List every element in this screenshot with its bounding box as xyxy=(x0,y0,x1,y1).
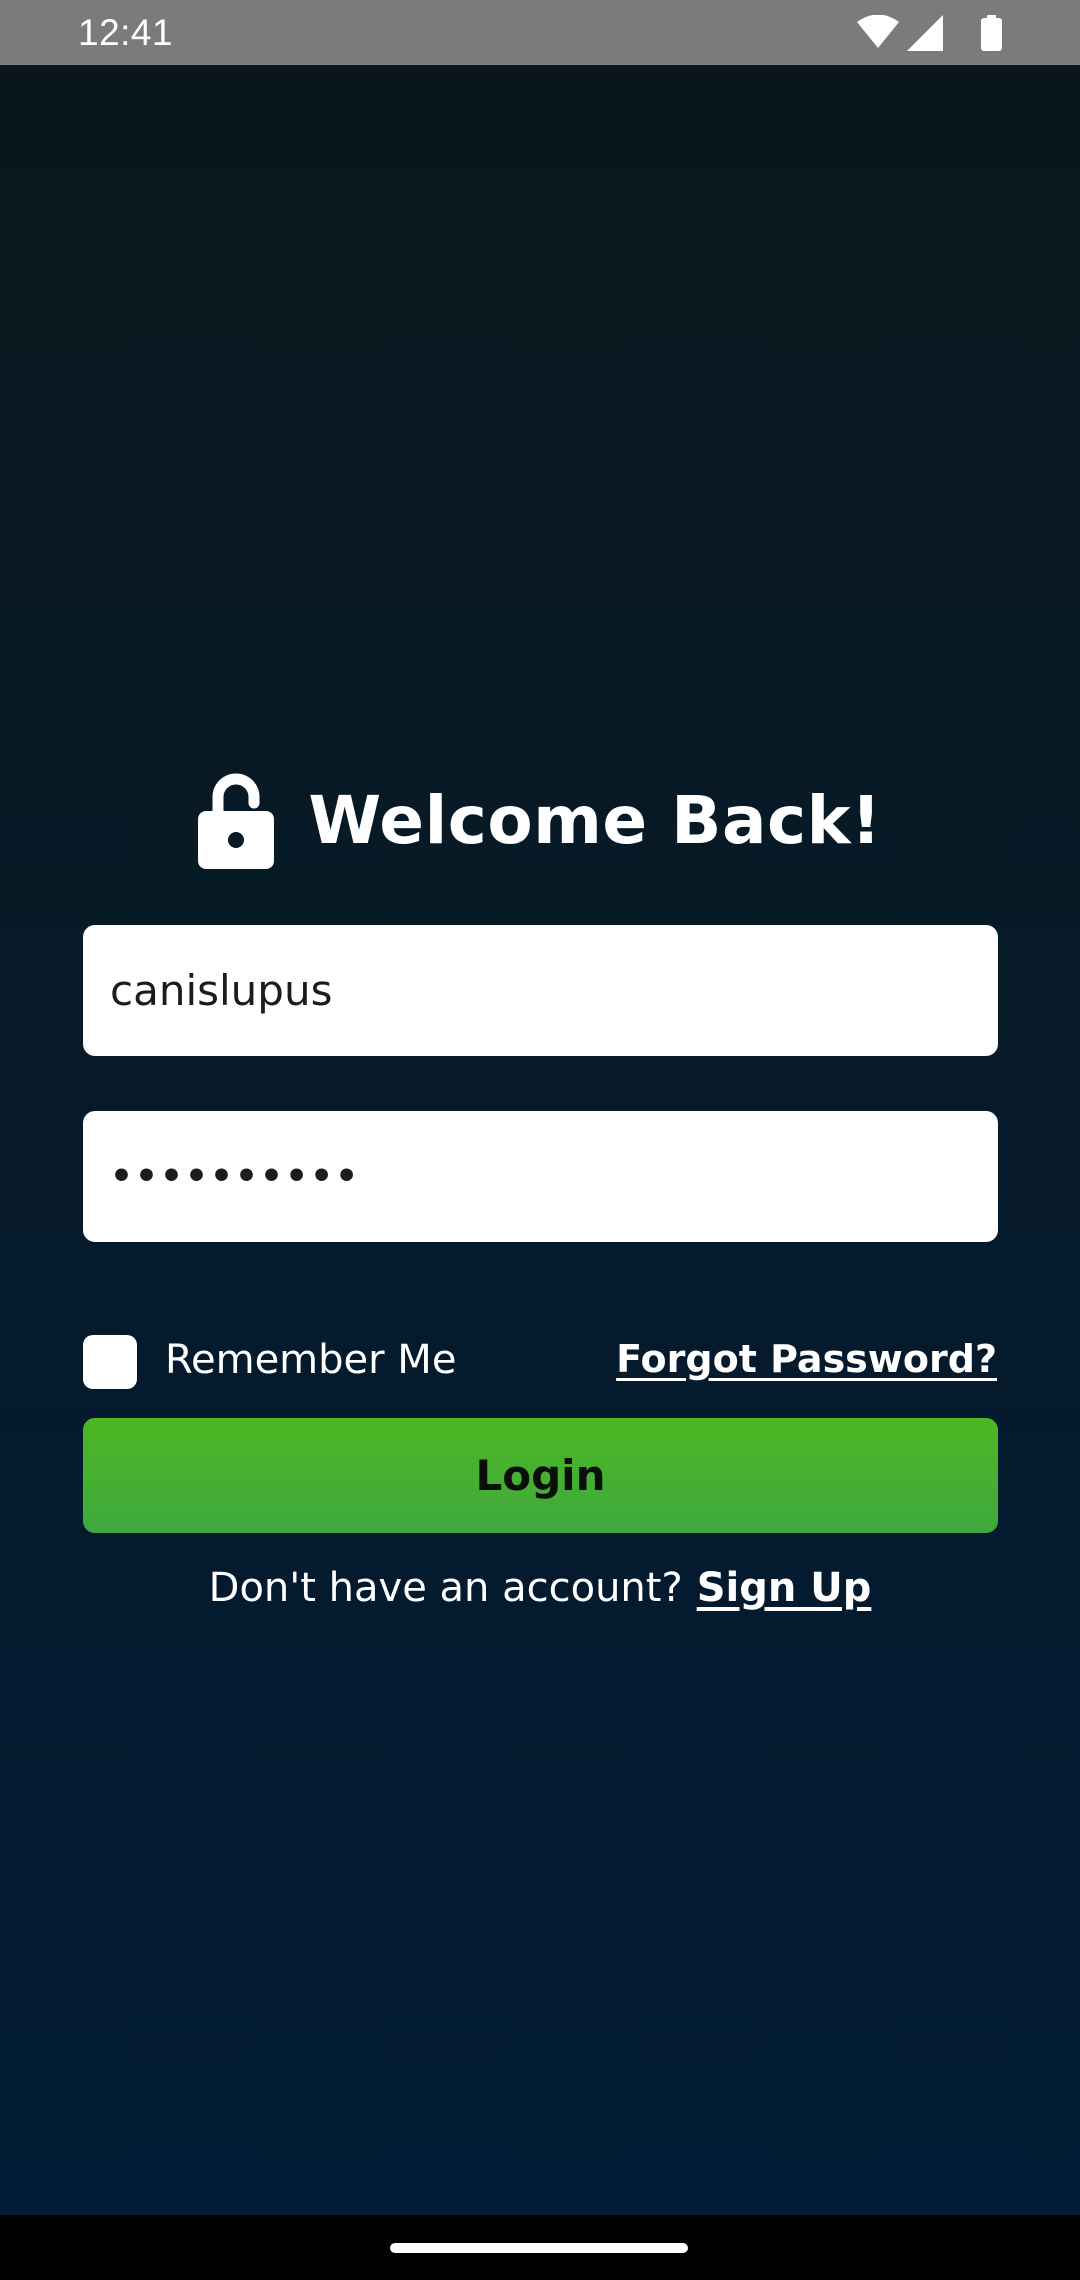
forgot-password-link[interactable]: Forgot Password? xyxy=(616,1337,997,1381)
username-field[interactable]: canislupus xyxy=(83,925,998,1056)
username-value: canislupus xyxy=(110,966,333,1015)
welcome-header: Welcome Back! xyxy=(0,765,1080,875)
password-field[interactable]: •••••••••• xyxy=(83,1111,998,1242)
remember-me-checkbox[interactable] xyxy=(83,1335,137,1389)
login-screen: Welcome Back! canislupus •••••••••• Reme… xyxy=(0,65,1080,2215)
battery-icon xyxy=(981,15,1002,51)
wifi-icon xyxy=(857,15,899,48)
signup-row: Don't have an account? Sign Up xyxy=(0,1558,1080,1618)
status-time: 12:41 xyxy=(78,12,174,53)
lock-open-icon xyxy=(198,773,275,869)
status-bar: 12:41 xyxy=(0,0,1080,65)
page-title: Welcome Back! xyxy=(308,781,882,859)
signal-icon xyxy=(907,15,943,51)
screen: 12:41 Welcome Back! canislupus •••••••••… xyxy=(0,0,1080,2280)
login-button[interactable]: Login xyxy=(83,1418,998,1533)
status-icons xyxy=(857,15,1002,51)
navigation-bar xyxy=(0,2215,1080,2280)
signup-prompt: Don't have an account? xyxy=(208,1565,683,1611)
password-value: •••••••••• xyxy=(110,1156,361,1197)
remember-me-label[interactable]: Remember Me xyxy=(165,1337,456,1383)
signup-link[interactable]: Sign Up xyxy=(697,1565,872,1611)
home-indicator[interactable] xyxy=(390,2243,688,2253)
